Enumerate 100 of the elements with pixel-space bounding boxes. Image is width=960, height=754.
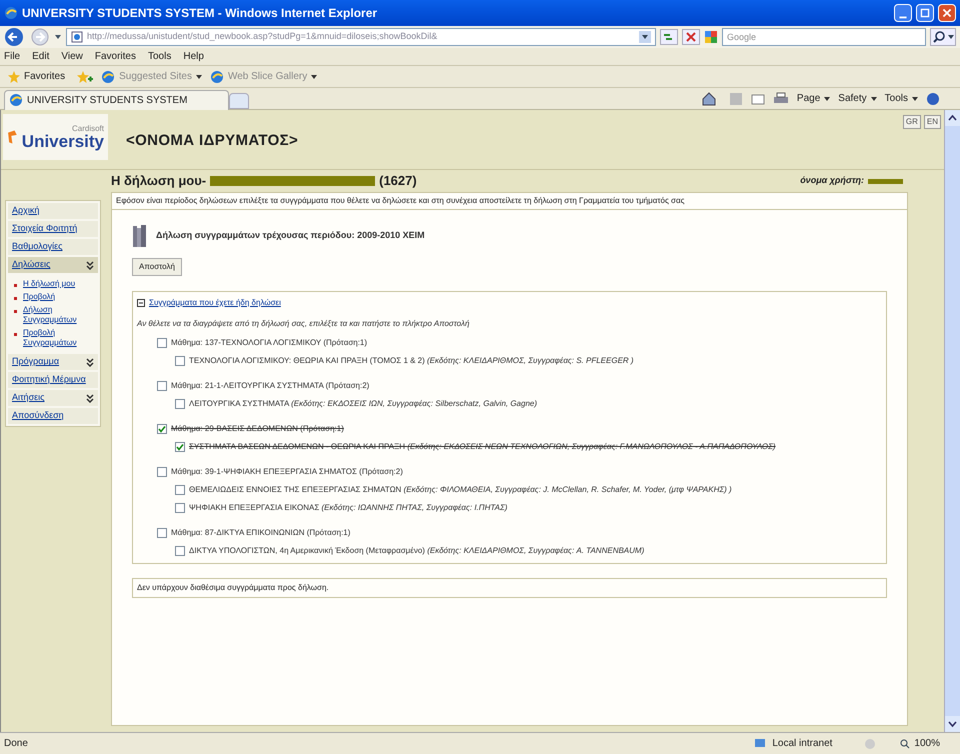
checkbox[interactable] <box>175 399 185 409</box>
stop-button[interactable] <box>682 29 700 45</box>
dropdown-caret-icon[interactable] <box>54 33 62 41</box>
available-note: Δεν υπάρχουν διαθέσιμα συγγράμματα προς δήλωση. <box>132 578 887 598</box>
book-label: ΛΕΙΤΟΥΡΓΙΚΑ ΣΥΣΤΗΜΑΤΑ (Εκδότης: ΕΚΔΟΣΕΙΣ ΙΩΝ, Συγγραφέας: Silberschatz, Galvin, Gagne) <box>189 398 538 410</box>
sidebar-item[interactable]: Αρχική <box>8 203 98 219</box>
zone-indicator: Local intranet <box>754 736 832 751</box>
menu-item[interactable]: Help <box>183 49 204 64</box>
address-text: http://medussa/unistudent/stud_newbook.asp?studPg=1&mnuid=diloseis;showBookDil& <box>87 30 438 44</box>
menu-item[interactable]: Tools <box>148 49 172 64</box>
add-favorite-icon[interactable] <box>77 70 94 82</box>
browser-icon <box>210 70 224 84</box>
back-button[interactable] <box>4 27 26 47</box>
sidebar-item[interactable]: Στοιχεία Φοιτητή <box>8 221 98 237</box>
search-engine-icon <box>704 30 718 44</box>
favorites-button[interactable]: Favorites <box>4 69 70 84</box>
user-label: όνομα χρήστη: <box>800 174 864 188</box>
period-title: Δήλωση συγγραμμάτων τρέχουσας περιόδου: 2009-2010 ΧΕΙΜ <box>156 229 425 242</box>
window-title: UNIVERSITY STUDENTS SYSTEM - Windows Internet Explorer <box>22 5 378 22</box>
status-text: Done <box>4 737 29 751</box>
page-heading: Η δήλωση μου- <box>111 172 206 190</box>
menu-item[interactable]: View <box>61 49 83 64</box>
language-button[interactable]: GR <box>902 115 921 129</box>
sidebar-item[interactable]: Πρόγραμμα <box>8 354 98 370</box>
caret-icon <box>196 74 202 80</box>
course-label: Μάθημα: 21-1-ΛΕΙΤΟΥΡΓΙΚΑ ΣΥΣΤΗΜΑΤΑ (Πρόταση:2) <box>171 380 370 392</box>
student-id: (1627) <box>379 172 417 190</box>
zoom-icon <box>900 738 910 748</box>
book-label: ΤΕΧΝΟΛΟΓΙΑ ΛΟΓΙΣΜΙΚΟΥ: ΘΕΩΡΙΑ ΚΑΙ ΠΡΑΞΗ (ΤΟΜΟΣ 1 & 2) (Εκδότης: ΚΛΕΙΔΑΡΙΘΜΟΣ, Συγγραφέας: S. PFLEEGER ) <box>189 355 634 367</box>
checkbox[interactable] <box>157 381 167 391</box>
submenu-link[interactable]: Η δήλωσή μου <box>23 279 76 289</box>
command-button[interactable]: Safety <box>838 91 877 106</box>
sidebar-item[interactable]: Φοιτητική Μέριμνα <box>8 372 98 388</box>
caret-icon <box>870 96 877 102</box>
star-icon <box>8 70 20 82</box>
refresh-button[interactable] <box>660 29 678 45</box>
browser-icon <box>9 93 23 107</box>
book-label: ΔΙΚΤΥΑ ΥΠΟΛΟΓΙΣΤΩΝ, 4η Αμερικανική Έκδοση (Μεταφρασμένο) (Εκδότης: ΚΛΕΙΔΑΡΙΘΜΟΣ, Συγγραφέας: A. TANNENBAUM) <box>189 545 644 557</box>
caret-icon <box>912 96 918 102</box>
checkbox[interactable] <box>175 503 185 513</box>
menu-item[interactable]: Edit <box>32 49 50 64</box>
bullet-icon <box>14 297 17 300</box>
minimize-button[interactable] <box>894 4 912 22</box>
command-button[interactable]: Tools <box>884 91 918 106</box>
mail-icon[interactable] <box>750 92 765 104</box>
scrollbar[interactable] <box>944 110 960 732</box>
checkbox[interactable] <box>157 424 167 434</box>
course-label: Μάθημα: 39-1-ΨΗΦΙΑΚΗ ΕΠΕΞΕΡΓΑΣΙΑ ΣΗΜΑΤΟΣ (Πρόταση:2) <box>171 466 403 478</box>
checkbox[interactable] <box>175 356 185 366</box>
menu-item[interactable]: File <box>4 49 20 64</box>
language-button[interactable]: EN <box>924 115 941 129</box>
browser-tab[interactable]: UNIVERSITY STUDENTS SYSTEM <box>4 90 229 110</box>
bullet-icon <box>14 284 17 287</box>
section-link[interactable]: Συγγράμματα που έχετε ήδη δηλώσει <box>149 297 281 309</box>
search-icon[interactable] <box>930 28 956 46</box>
caret-icon <box>824 96 830 102</box>
submenu-link[interactable]: Προβολή <box>23 292 56 302</box>
checkbox[interactable] <box>175 546 185 556</box>
dropdown-caret-icon[interactable] <box>639 31 651 43</box>
checkbox[interactable] <box>175 485 185 495</box>
book-label: ΘΕΜΕΛΙΩΔΕΙΣ ΕΝΝΟΙΕΣ ΤΗΣ ΕΠΕΞΕΡΓΑΣΙΑΣ ΣΗΜΑΤΩΝ (Εκδότης: ΦΙΛΟΜΑΘΕΙΑ, Συγγραφέας: J. McClellan, R. Schafer, M. Yoder, (μτφ ΨΑΡΑΚΗΣ) ) <box>189 484 732 496</box>
checkbox[interactable] <box>157 338 167 348</box>
course-label: Μάθημα: 137-ΤΕΧΝΟΛΟΓΙΑ ΛΟΓΙΣΜΙΚΟΥ (Πρόταση:1) <box>171 337 368 349</box>
hint-text: Αν θέλετε να τα διαγράψετε από τη δήλωσή σας, επιλέξτε τα και πατήστε το πλήκτρο Αποστολή <box>137 318 470 330</box>
search-field[interactable]: Google <box>722 28 926 46</box>
menu-item[interactable]: Favorites <box>94 49 136 64</box>
browser-icon <box>101 70 116 84</box>
checkbox[interactable] <box>157 467 167 477</box>
command-button[interactable]: Page <box>796 91 830 106</box>
institution-title: <ΟΝΟΜΑ ΙΔΡΥΜΑΤΟΣ> <box>126 131 300 151</box>
sidebar-item[interactable]: Βαθμολογίες <box>8 239 98 255</box>
info-text: Εφόσον είναι περίοδος δηλώσεων επιλέξτε τα συγγράμματα που θέλετε να δηλώσετε και στη συνέχεια αποστείλετε τη δήλωση στη Γραμματεία του τμήματός σας <box>112 193 907 210</box>
book-label: ΨΗΦΙΑΚΗ ΕΠΕΞΕΡΓΑΣΙΑ ΕΙΚΟΝΑΣ (Εκδότης: ΙΩΑΝΝΗΣ ΠΗΤΑΣ, Συγγραφέας: Ι.ΠΗΤΑΣ) <box>189 502 508 514</box>
course-label: Μάθημα: 87-ΔΙΚΤΥΑ ΕΠΙΚΟΙΝΩΝΙΩΝ (Πρόταση:1) <box>171 527 350 539</box>
submenu-link[interactable]: Προβολή Συγγραμμάτων <box>23 328 98 348</box>
checkbox[interactable] <box>175 442 185 452</box>
checkbox[interactable] <box>157 528 167 538</box>
scroll-down-button[interactable] <box>945 716 960 732</box>
bullet-icon <box>14 310 17 313</box>
collapse-icon[interactable] <box>137 299 145 307</box>
sidebar-item[interactable]: Αιτήσεις <box>8 390 98 406</box>
sidebar-item[interactable]: Αποσύνδεση <box>8 408 98 424</box>
scroll-up-button[interactable] <box>945 110 960 126</box>
close-button[interactable] <box>938 4 956 22</box>
send-button[interactable]: Αποστολή <box>132 258 182 276</box>
sidebar-item[interactable]: Δηλώσεις <box>8 257 98 273</box>
bullet-icon <box>14 333 17 336</box>
zoom-button[interactable]: 100% <box>900 736 940 751</box>
expand-icon[interactable] <box>86 358 94 366</box>
expand-icon[interactable] <box>86 394 94 402</box>
submenu-link[interactable]: Δήλωση Συγγραμμάτων <box>23 305 98 325</box>
book-label: ΣΥΣΤΗΜΑΤΑ ΒΑΣΕΩΝ ΔΕΔΟΜΕΝΩΝ - ΘΕΩΡΙΑ ΚΑΙ ΠΡΑΞΗ (Εκδότης: ΕΚΔΟΣΕΙΣ ΝΕΩΝ ΤΕΧΝΟΛΟΓΙΩΝ, Συγγραφέας: Γ.ΜΑΝΩΛΟΠΟΥΛΟΣ - Α.ΠΑΠΑΔΟΠΟΥΛΟΣ) <box>189 441 776 453</box>
home-icon[interactable] <box>700 92 717 106</box>
redaction-bar <box>868 178 903 184</box>
restore-button[interactable] <box>916 4 934 22</box>
course-label: Μάθημα: 29-ΒΑΣΕΙΣ ΔΕΔΟΜΕΝΩΝ (Πρόταση:1) <box>171 423 344 435</box>
collapse-icon[interactable] <box>86 260 94 270</box>
print-icon[interactable] <box>772 92 789 106</box>
page-icon <box>71 31 83 43</box>
caret-icon <box>311 74 318 80</box>
